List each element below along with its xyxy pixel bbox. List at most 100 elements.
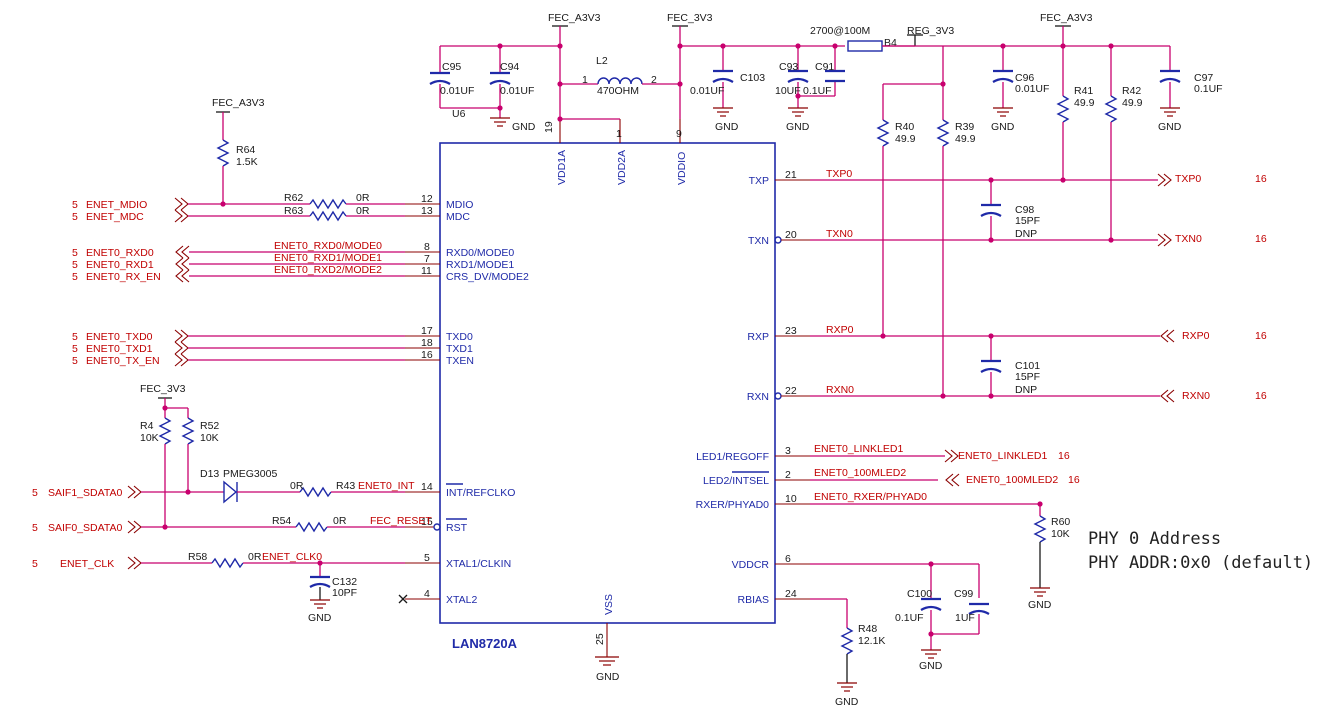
pin-num-24: 24 bbox=[785, 588, 797, 600]
port-sheet-saif1: 5 bbox=[32, 487, 38, 499]
pin-name-xtal1: XTAL1/CLKIN bbox=[446, 558, 511, 570]
right-pins: 21 20 23 22 3 2 10 6 24 TXP TXN RXP RXN … bbox=[696, 169, 810, 606]
pin-name-int-refclko: INT/REFCLKO bbox=[446, 487, 515, 499]
pin-name-vdd2a: VDD2A bbox=[616, 150, 628, 185]
port-txn0-sheet: 16 bbox=[1255, 233, 1267, 245]
port-rxn0: RXN0 bbox=[1182, 390, 1210, 402]
c94-value: 0.01UF bbox=[500, 85, 534, 97]
pin-name-txd1: TXD1 bbox=[446, 343, 473, 355]
port-sheet-txd1: 5 bbox=[72, 343, 78, 355]
r63-value: 0R bbox=[356, 205, 370, 217]
d13-ref: D13 bbox=[200, 468, 219, 480]
r4-ref: R4 bbox=[140, 420, 154, 432]
net-linkled1: ENET0_LINKLED1 bbox=[814, 443, 903, 455]
r63-ref: R63 bbox=[284, 205, 303, 217]
pin-num-19: 19 bbox=[543, 121, 555, 133]
pin-name-vddcr: VDDCR bbox=[732, 559, 770, 571]
net-txp0: TXP0 bbox=[826, 168, 852, 180]
port-100mled2-sheet: 16 bbox=[1068, 474, 1080, 486]
pin-name-led2: LED2/INTSEL bbox=[703, 475, 769, 487]
port-enet0-rxd1: ENET0_RXD1 bbox=[86, 259, 154, 271]
pin-name-led1: LED1/REGOFF bbox=[696, 451, 769, 463]
gnd-r48: GND bbox=[835, 696, 859, 708]
r41-ref: R41 bbox=[1074, 85, 1093, 97]
pin-num-1: 1 bbox=[616, 128, 622, 140]
pin-name-mdio: MDIO bbox=[446, 199, 473, 211]
pin-num-13: 13 bbox=[421, 205, 433, 217]
r52-ref: R52 bbox=[200, 420, 219, 432]
port-enet0-rxd0: ENET0_RXD0 bbox=[86, 247, 154, 259]
r60-ref: R60 bbox=[1051, 516, 1070, 528]
r52-value: 10K bbox=[200, 432, 219, 444]
port-rxp0-sheet: 16 bbox=[1255, 330, 1267, 342]
port-sheet-rxd1: 5 bbox=[72, 259, 78, 271]
r62-ref: R62 bbox=[284, 192, 303, 204]
pin-name-txn: TXN bbox=[748, 235, 769, 247]
port-enet-clk: ENET_CLK bbox=[60, 558, 114, 570]
phy-note-line1: PHY 0 Address bbox=[1088, 529, 1221, 549]
r42-value: 49.9 bbox=[1122, 97, 1143, 109]
top-pins: 19 1 9 VDD1A VDD2A VDDIO bbox=[543, 119, 688, 185]
c95-value: 0.01UF bbox=[440, 85, 474, 97]
pin-num-7: 7 bbox=[424, 253, 430, 265]
c97-value: 0.1UF bbox=[1194, 83, 1223, 95]
c100-value: 0.1UF bbox=[895, 612, 924, 624]
c99-ref: C99 bbox=[954, 588, 973, 600]
c99-value: 1UF bbox=[955, 612, 975, 624]
pin-name-txp: TXP bbox=[749, 175, 769, 187]
r43-value: 0R bbox=[290, 480, 304, 492]
fec-a3v3-label-3: FEC_A3V3 bbox=[212, 97, 265, 109]
pin-num-6: 6 bbox=[785, 553, 791, 565]
pin-num-16: 16 bbox=[421, 349, 433, 361]
port-sheet-enet-clk: 5 bbox=[32, 558, 38, 570]
r40-ref: R40 bbox=[895, 121, 914, 133]
net-rxd2-mode2: ENET0_RXD2/MODE2 bbox=[274, 264, 382, 276]
r42-ref: R42 bbox=[1122, 85, 1141, 97]
c98-value: 15PF bbox=[1015, 215, 1040, 227]
net-rxd1-mode1: ENET0_RXD1/MODE1 bbox=[274, 252, 382, 264]
pin-name-xtal2: XTAL2 bbox=[446, 594, 477, 606]
port-txp0-sheet: 16 bbox=[1255, 173, 1267, 185]
c98-note: DNP bbox=[1015, 228, 1037, 240]
gnd-c94: GND bbox=[512, 121, 536, 133]
pin-num-2: 2 bbox=[785, 469, 791, 481]
r39-value: 49.9 bbox=[955, 133, 976, 145]
c103-value: 0.01UF bbox=[690, 85, 724, 97]
net-100mled2: ENET0_100MLED2 bbox=[814, 467, 906, 479]
port-enet0-tx-en: ENET0_TX_EN bbox=[86, 355, 160, 367]
lan8720a-body bbox=[439, 142, 776, 624]
pin-num-14: 14 bbox=[421, 481, 433, 493]
pin-num-20: 20 bbox=[785, 229, 797, 241]
pin-name-vss: VSS bbox=[603, 594, 615, 615]
port-sheet-mdio: 5 bbox=[72, 199, 78, 211]
pin-name-txen: TXEN bbox=[446, 355, 474, 367]
schematic-canvas: LAN8720A 19 1 9 VDD1A VDD2A VDDIO VSS 2 5… bbox=[32, 12, 1313, 708]
r54-value: 0R bbox=[333, 515, 347, 527]
pin-name-rxd1: RXD1/MODE1 bbox=[446, 259, 514, 271]
c95-ref: C95 bbox=[442, 61, 461, 73]
port-rxp0: RXP0 bbox=[1182, 330, 1210, 342]
pin-num-3: 3 bbox=[785, 445, 791, 457]
port-linkled1: ENET0_LINKLED1 bbox=[958, 450, 1047, 462]
diff-pairs: TXP0 TXN0 RXP0 RXN0 C98 15PF DNP C101 15… bbox=[810, 168, 1267, 403]
net-rxer-phyad0: ENET0_RXER/PHYAD0 bbox=[814, 491, 927, 503]
net-rxd0-mode0: ENET0_RXD0/MODE0 bbox=[274, 240, 382, 252]
gnd-c100: GND bbox=[919, 660, 943, 672]
port-100mled2: ENET0_100MLED2 bbox=[966, 474, 1058, 486]
pin-name-mdc: MDC bbox=[446, 211, 470, 223]
c91-value: 0.1UF bbox=[803, 85, 832, 97]
net-enet-clk0: ENET_CLK0 bbox=[262, 551, 322, 563]
port-enet0-txd0: ENET0_TXD0 bbox=[86, 331, 153, 343]
chip-name: LAN8720A bbox=[452, 636, 518, 651]
pin-num-17: 17 bbox=[421, 325, 433, 337]
port-rxn0-sheet: 16 bbox=[1255, 390, 1267, 402]
r54-ref: R54 bbox=[272, 515, 291, 527]
r60-value: 10K bbox=[1051, 528, 1070, 540]
c101-value: 15PF bbox=[1015, 371, 1040, 383]
pin-name-crs-dv: CRS_DV/MODE2 bbox=[446, 271, 529, 283]
pin-num-11: 11 bbox=[421, 265, 432, 277]
port-sheet-rxd0: 5 bbox=[72, 247, 78, 259]
pin-num-4: 4 bbox=[424, 588, 430, 600]
r4-value: 10K bbox=[140, 432, 159, 444]
port-saif1-sdata0: SAIF1_SDATA0 bbox=[48, 487, 122, 499]
